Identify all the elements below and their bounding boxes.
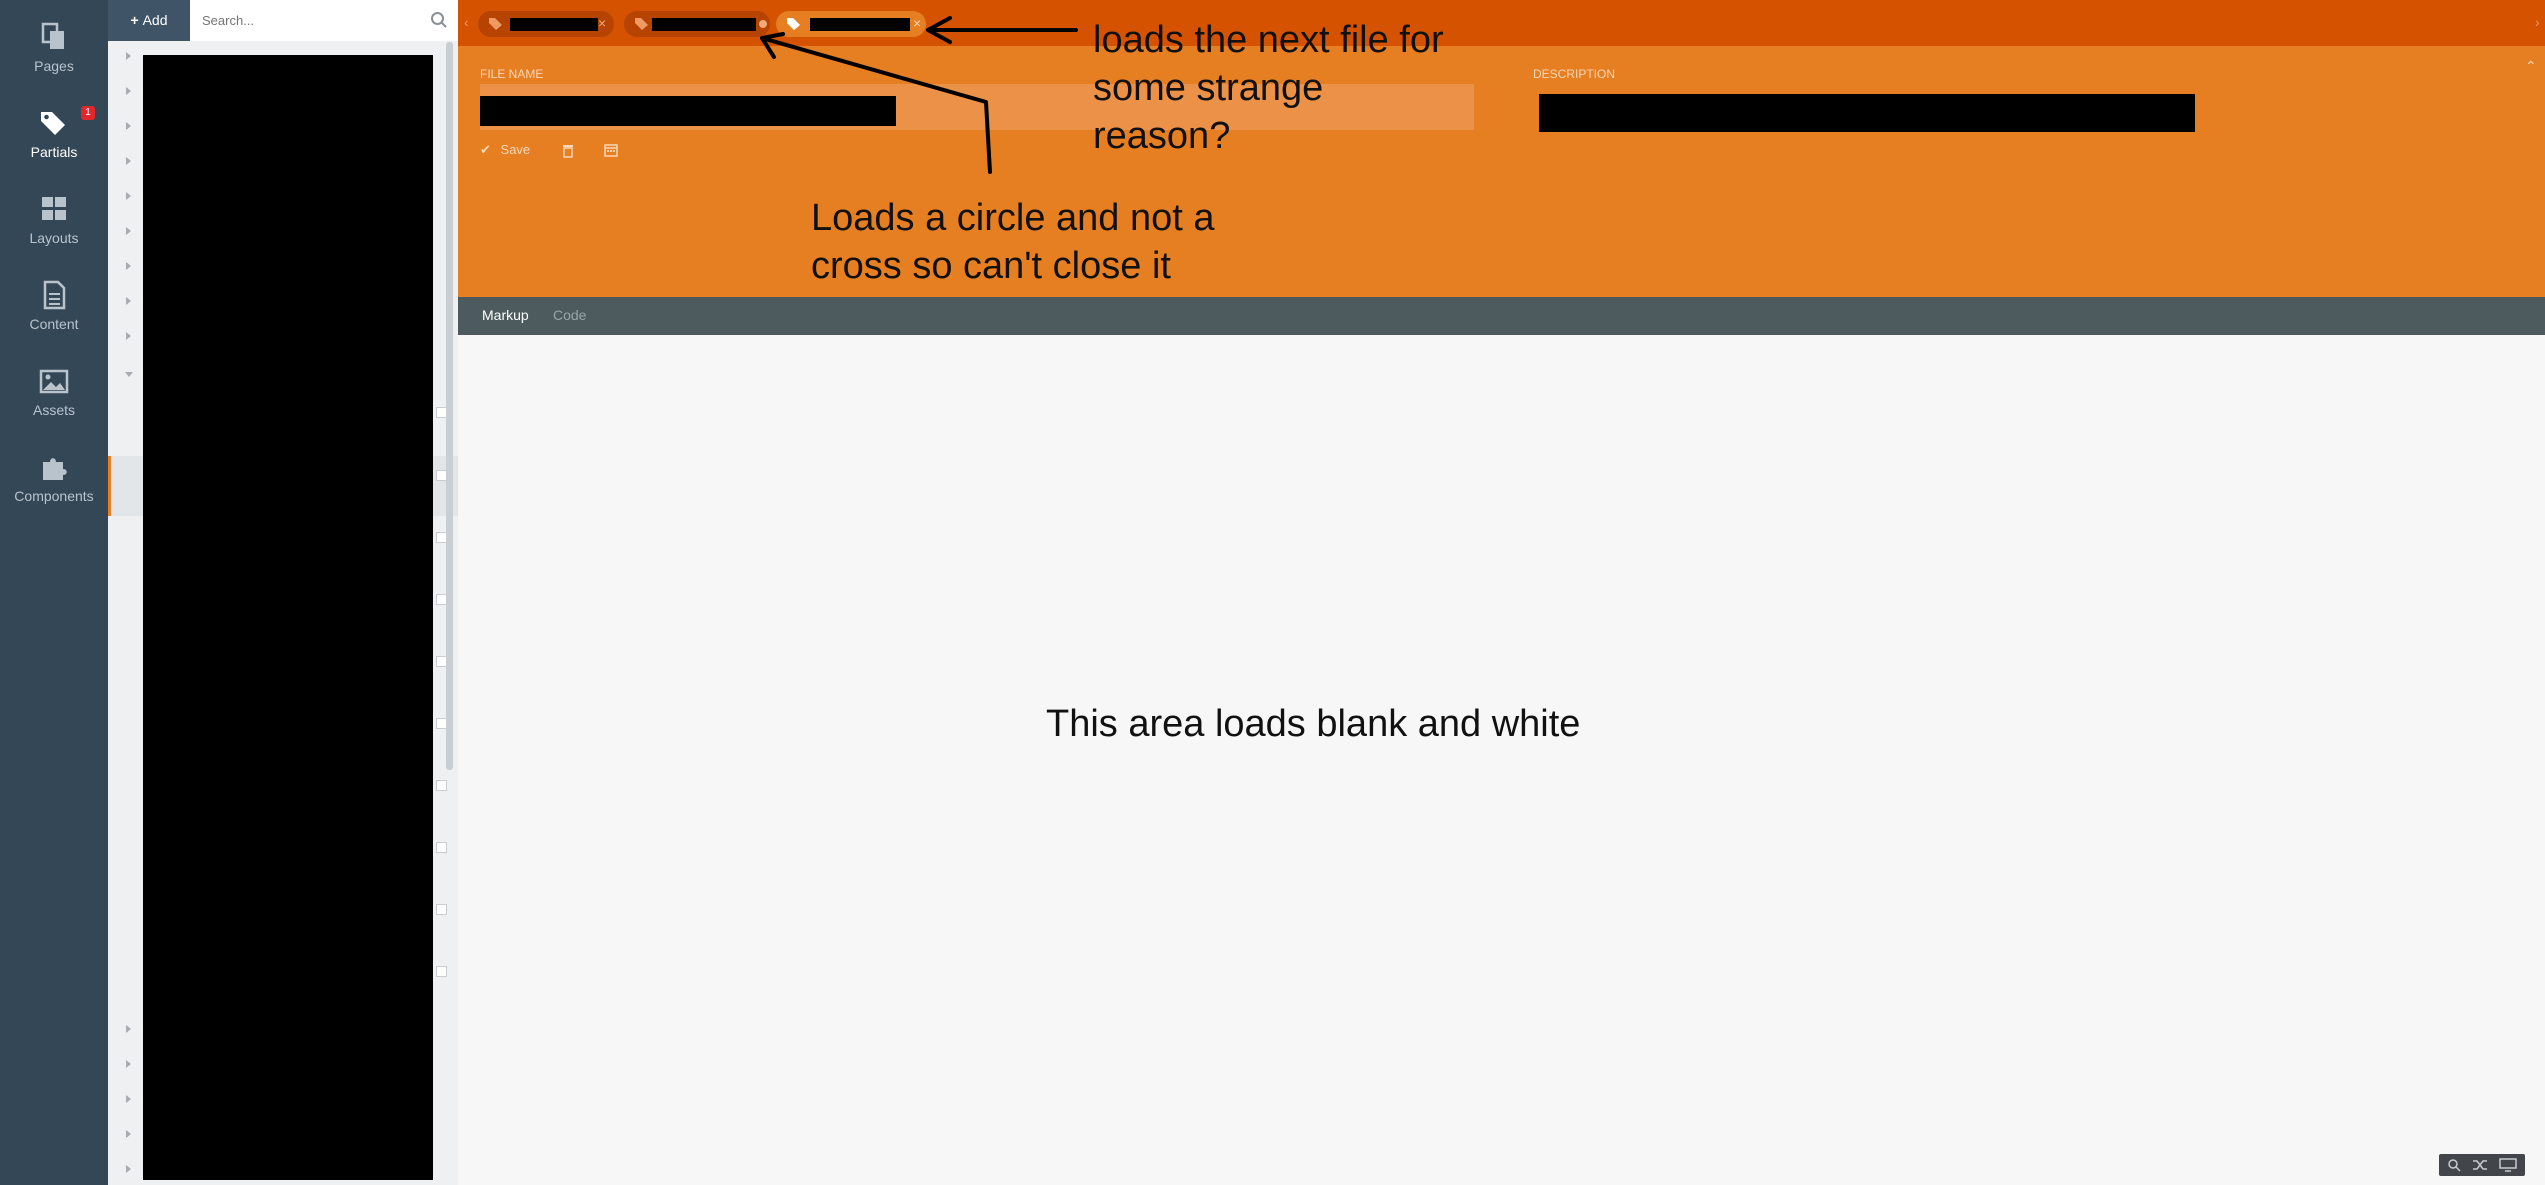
arrow-next-file [926,16,1078,44]
annotation-blank: This area loads blank and white [1046,703,1581,745]
annotation-circle: Loads a circle and not a cross so can't … [811,197,1215,287]
arrow-circle-tab [760,32,992,174]
annotation-next-file: loads the next file for some strange rea… [1093,19,1444,157]
annotation-arrows [760,16,1078,174]
